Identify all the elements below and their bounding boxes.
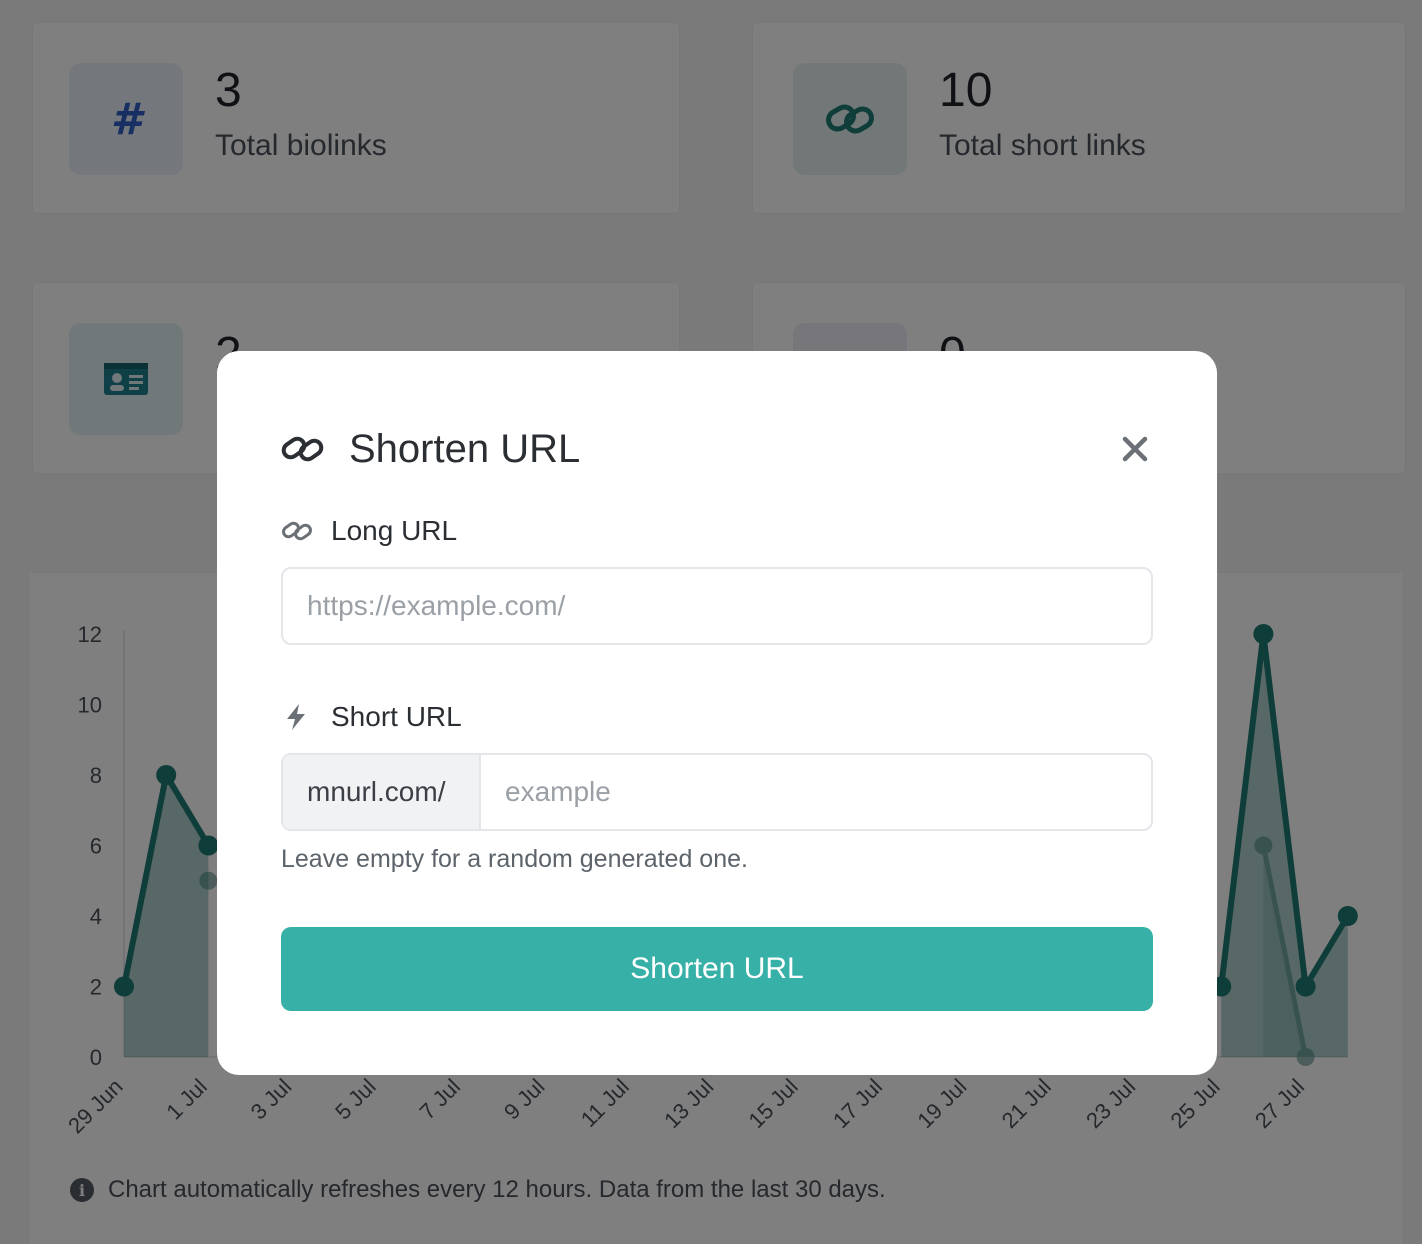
short-url-placeholder: example [505, 776, 611, 807]
modal-header: Shorten URL [281, 421, 1155, 477]
short-url-prefix: mnurl.com/ [283, 755, 481, 829]
long-url-input[interactable]: https://example.com/ [281, 567, 1153, 645]
bolt-icon [287, 704, 305, 730]
short-url-input-group: mnurl.com/ example [281, 753, 1153, 831]
short-url-label: Short URL [281, 701, 462, 733]
long-url-placeholder: https://example.com/ [307, 590, 566, 621]
link-icon [281, 436, 324, 462]
close-icon [1122, 436, 1148, 462]
close-button[interactable] [1115, 429, 1155, 469]
short-url-input[interactable]: example [481, 755, 1151, 829]
link-icon [282, 521, 312, 541]
shorten-url-modal: Shorten URL Long URL https://example.com… [217, 351, 1217, 1075]
long-url-label-text: Long URL [331, 515, 458, 546]
modal-title: Shorten URL [349, 426, 581, 471]
shorten-url-button[interactable]: Shorten URL [281, 927, 1153, 1011]
long-url-label: Long URL [281, 515, 457, 547]
short-url-label-text: Short URL [331, 701, 462, 732]
short-url-help-text: Leave empty for a random generated one. [281, 845, 748, 873]
